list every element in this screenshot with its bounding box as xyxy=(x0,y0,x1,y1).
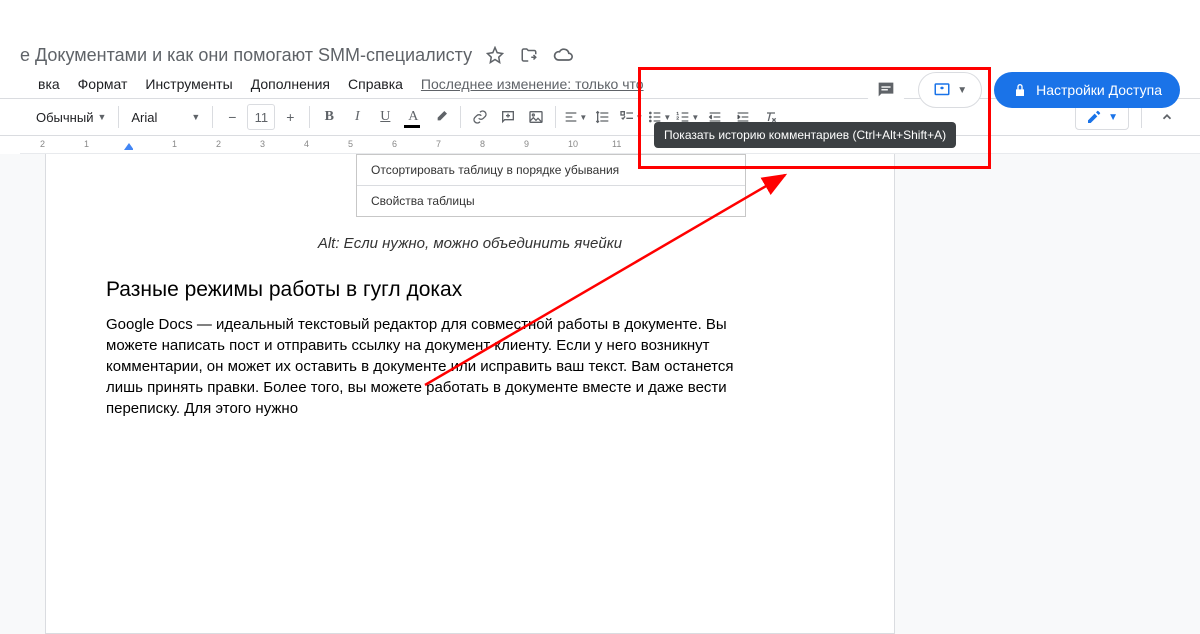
last-modified[interactable]: Последнее изменение: только что xyxy=(421,76,644,92)
paragraph-style-select[interactable]: Обычный ▼ xyxy=(30,104,112,130)
menu-item-edit[interactable]: вка xyxy=(30,72,68,96)
separator xyxy=(118,106,119,128)
document-title[interactable]: е Документами и как они помогают SMM-спе… xyxy=(20,45,472,66)
menu-item-help[interactable]: Справка xyxy=(340,72,411,96)
menu-item-tools[interactable]: Инструменты xyxy=(137,72,240,96)
font-size-minus[interactable]: − xyxy=(219,104,245,130)
font-select[interactable]: Arial ▼ xyxy=(125,104,206,130)
ruler-tick: 2 xyxy=(40,139,45,149)
ruler-tick: 5 xyxy=(348,139,353,149)
svg-text:2: 2 xyxy=(677,116,680,121)
chevron-down-icon: ▼ xyxy=(1108,112,1118,123)
ruler-tick: 7 xyxy=(436,139,441,149)
menubar: вка Формат Инструменты Дополнения Справк… xyxy=(0,70,1200,98)
ruler-tick: 8 xyxy=(480,139,485,149)
document-body-text[interactable]: Google Docs — идеальный текстовый редакт… xyxy=(106,314,746,419)
ruler-tick: 4 xyxy=(304,139,309,149)
ruler-tick: 9 xyxy=(524,139,529,149)
add-comment-button[interactable] xyxy=(495,104,521,130)
ruler-tick: 2 xyxy=(216,139,221,149)
ruler[interactable]: 21123456789101112131415161718 xyxy=(0,136,1200,154)
text-color-button[interactable]: A xyxy=(400,104,426,130)
ruler-tick: 1 xyxy=(172,139,177,149)
ruler-tick: 6 xyxy=(392,139,397,149)
titlebar: е Документами и как они помогают SMM-спе… xyxy=(0,30,1200,70)
highlight-color-button[interactable] xyxy=(428,104,454,130)
ruler-tick: 10 xyxy=(568,139,578,149)
star-icon[interactable] xyxy=(484,44,506,66)
menu-row[interactable]: Отсортировать таблицу в порядке убывания xyxy=(357,155,745,186)
font-size-plus[interactable]: + xyxy=(277,104,303,130)
separator xyxy=(212,106,213,128)
document-canvas: Отсортировать таблицу в порядке убывания… xyxy=(0,154,1200,634)
underline-button[interactable]: U xyxy=(372,104,398,130)
menu-item-format[interactable]: Формат xyxy=(70,72,136,96)
ruler-tick: 3 xyxy=(260,139,265,149)
font-size-input[interactable]: 11 xyxy=(247,104,275,130)
cloud-saved-icon[interactable] xyxy=(552,44,574,66)
align-button[interactable]: ▼ xyxy=(562,104,588,130)
document-heading[interactable]: Разные режимы работы в гугл доках xyxy=(106,278,834,302)
separator xyxy=(309,106,310,128)
move-to-folder-icon[interactable] xyxy=(518,44,540,66)
checklist-button[interactable]: ▼ xyxy=(618,104,644,130)
ruler-tick: 1 xyxy=(84,139,89,149)
tooltip: Показать историю комментариев (Ctrl+Alt+… xyxy=(654,122,956,148)
menu-row[interactable]: Свойства таблицы xyxy=(357,186,745,216)
italic-button[interactable]: I xyxy=(344,104,370,130)
menu-item-addons[interactable]: Дополнения xyxy=(243,72,338,96)
insert-link-button[interactable] xyxy=(467,104,493,130)
line-spacing-button[interactable] xyxy=(590,104,616,130)
page[interactable]: Отсортировать таблицу в порядке убывания… xyxy=(45,154,895,634)
ruler-tick: 11 xyxy=(612,139,621,149)
image-alt-caption: Alt: Если нужно, можно объединить ячейки xyxy=(106,235,834,252)
context-menu-fragment: Отсортировать таблицу в порядке убывания… xyxy=(356,154,746,217)
separator xyxy=(555,106,556,128)
bold-button[interactable]: B xyxy=(316,104,342,130)
insert-image-button[interactable] xyxy=(523,104,549,130)
separator xyxy=(460,106,461,128)
